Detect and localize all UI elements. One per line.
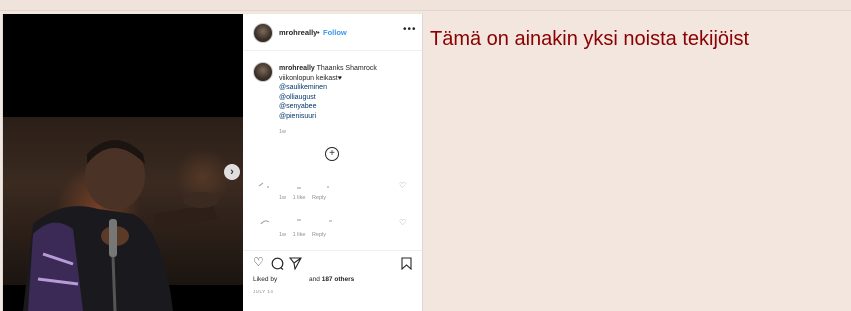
comment-icon[interactable] [271, 257, 284, 270]
caption-text-line2: viikonlopun keikast♥ [279, 74, 342, 82]
post-caption: mrohreally Thaanks Shamrock viikonlopun … [279, 64, 377, 121]
redacted-comment-scribble [260, 219, 332, 225]
others-count[interactable]: 187 others [322, 276, 355, 283]
comment-time: 1w [279, 195, 287, 201]
performer-illustration [23, 140, 219, 311]
mention-link[interactable]: @pienisuuri [279, 112, 377, 122]
caption-text-line1: Thaanks Shamrock [316, 65, 377, 72]
comment-item: ♡ 1w 1 like Reply [243, 217, 422, 247]
mention-link[interactable]: @saulikeminen [279, 83, 377, 93]
more-options-icon[interactable]: ••• [403, 24, 417, 35]
comment-meta: 1w 1 like Reply [279, 195, 331, 201]
bookmark-icon[interactable] [401, 257, 412, 270]
comment-meta: 1w 1 like Reply [279, 232, 331, 238]
comment-like-icon[interactable]: ♡ [399, 181, 406, 190]
and-label: and [309, 276, 320, 283]
caption-username[interactable]: mrohreally [279, 65, 315, 72]
comment-item: ♡ 1w 1 like Reply [243, 180, 422, 210]
post-header: mrohreally • Follow ••• [243, 14, 422, 51]
top-strip [0, 0, 851, 11]
comment-likes[interactable]: 1 like [293, 195, 306, 201]
separator-dot: • [317, 28, 320, 37]
likes-summary: Liked by and 187 others [253, 276, 354, 283]
mention-link[interactable]: @senyabee [279, 102, 377, 112]
redacted-comment-scribble [258, 182, 329, 189]
commentary-text: Tämä on ainakin yksi noista tekijöist [430, 28, 750, 50]
instagram-embed: › mrohreally • Follow ••• mrohreally Tha… [2, 14, 423, 311]
liked-by-label: Liked by [253, 276, 278, 283]
share-icon[interactable] [289, 257, 302, 270]
post-photo[interactable]: › [3, 14, 243, 311]
caption-avatar[interactable] [253, 62, 273, 82]
caption-time: 1w [279, 129, 287, 135]
comment-reply-link[interactable]: Reply [312, 195, 326, 201]
comment-time: 1w [279, 232, 287, 238]
comment-likes[interactable]: 1 like [293, 232, 306, 238]
next-photo-button[interactable]: › [224, 164, 240, 180]
load-more-comments-icon[interactable]: + [325, 147, 339, 161]
heart-icon[interactable]: ♡ [253, 255, 264, 269]
post-actions-bar: ♡ Liked by and 187 others JULY 14 [243, 250, 422, 311]
comment-reply-link[interactable]: Reply [312, 232, 326, 238]
post-panel: mrohreally • Follow ••• mrohreally Thaan… [243, 14, 422, 311]
post-date: JULY 14 [253, 289, 274, 294]
follow-button[interactable]: Follow [323, 28, 347, 37]
comment-like-icon[interactable]: ♡ [399, 218, 406, 227]
avatar[interactable] [253, 23, 273, 43]
username-link[interactable]: mrohreally [279, 28, 317, 37]
mention-link[interactable]: @olliaugust [279, 93, 377, 103]
